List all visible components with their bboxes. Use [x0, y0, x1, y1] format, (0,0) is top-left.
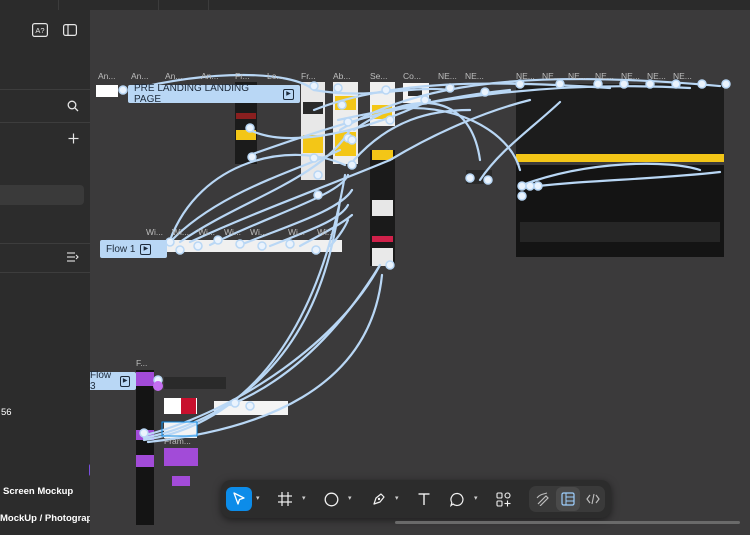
chevron-down-icon[interactable]: ▾: [474, 494, 478, 502]
frame-tool-button[interactable]: [273, 487, 297, 511]
divider: [0, 89, 90, 90]
frame-label: NE...: [542, 71, 561, 81]
draw-mode-button[interactable]: [531, 487, 555, 511]
horizontal-scrollbar[interactable]: [395, 521, 740, 524]
filter-list-icon[interactable]: [65, 250, 81, 264]
ellipse-icon: [324, 492, 338, 506]
divider: [0, 272, 90, 273]
chevron-down-icon[interactable]: ▾: [348, 494, 352, 502]
draw-icon: [536, 492, 549, 506]
flow-tag-flow-3[interactable]: Flow 3 ▶: [90, 370, 136, 392]
chevron-down-icon[interactable]: ▾: [256, 494, 260, 502]
divider: [0, 243, 90, 244]
flow-play-icon: ▶: [120, 375, 130, 387]
frame-label: Fram...: [164, 436, 191, 446]
frame-label: Wi...: [317, 227, 334, 237]
design-mode-button[interactable]: [556, 487, 580, 511]
frames-ne-columns: [466, 84, 724, 257]
layer-item-screen-mockup[interactable]: Screen Mockup: [3, 486, 73, 497]
frame-label: NE...: [438, 71, 457, 81]
frame-label: Fr...: [235, 71, 250, 81]
chevron-down-icon[interactable]: ▾: [302, 494, 306, 502]
pen-tool-button[interactable]: [366, 487, 390, 511]
text-tool-button[interactable]: [412, 487, 436, 511]
frame-label: Lo...: [267, 71, 284, 81]
tab[interactable]: [158, 0, 209, 10]
actions-icon: [495, 491, 511, 507]
tab[interactable]: [58, 0, 159, 10]
frame-label: An...: [201, 71, 219, 81]
frame-label: NE...: [673, 71, 692, 81]
flow-tag-pre-landing[interactable]: PRE LANDING LANDING PAGE ▶: [128, 83, 300, 105]
design-icon: [561, 492, 575, 506]
flow-tag-flow-1[interactable]: Flow 1 ▶: [100, 240, 167, 258]
chevron-down-icon[interactable]: ▾: [395, 494, 399, 502]
pen-icon: [372, 492, 385, 505]
layer-number: 56: [1, 407, 12, 418]
frame-icon: [278, 492, 292, 506]
design-canvas[interactable]: PRE LANDING LANDING PAGE ▶ Flow 1 ▶ Flow…: [90, 10, 750, 535]
move-tool-button[interactable]: [226, 487, 252, 511]
flow-label: Flow 3: [90, 370, 112, 392]
frame-label: Ab...: [333, 71, 351, 81]
flow-label: Flow 1: [106, 243, 136, 255]
frame-label: Wi...: [288, 227, 305, 237]
panel-toggle-icon[interactable]: [61, 22, 79, 38]
cursor-icon: [233, 492, 245, 505]
frame-label: NE...: [621, 71, 640, 81]
comment-tool-button[interactable]: [445, 487, 469, 511]
frame-label: An...: [98, 71, 116, 81]
frame-label: Wi...: [172, 227, 189, 237]
frame-label: Wi...: [198, 227, 215, 237]
frame-label: F...: [136, 358, 148, 368]
left-sidebar: A? 56 Screen Mockup MockUp / Photograph: [0, 10, 103, 535]
frame-label: NE...: [465, 71, 484, 81]
text-icon: [418, 493, 430, 505]
actions-tool-button[interactable]: [491, 487, 515, 511]
tab-strip: [0, 0, 750, 10]
frame-label: Se...: [370, 71, 388, 81]
frame-label: Wi...: [146, 227, 163, 237]
page-row-selected[interactable]: [0, 185, 84, 205]
tab[interactable]: [0, 0, 59, 10]
frame-label: An...: [165, 71, 183, 81]
figma-app: A? 56 Screen Mockup MockUp / Photograph: [0, 0, 750, 535]
dev-mode-button[interactable]: [581, 487, 605, 511]
layer-item-mockup-photograph[interactable]: MockUp / Photograph: [0, 513, 98, 524]
frame-label: NE...: [516, 71, 535, 81]
frame-label: Wi...: [250, 227, 267, 237]
frame-label: Wi...: [224, 227, 241, 237]
shape-tool-button[interactable]: [319, 487, 343, 511]
flow-play-icon: ▶: [140, 243, 152, 255]
frame-label: NE...: [568, 71, 587, 81]
frame-label: Co...: [403, 71, 421, 81]
svg-text:A?: A?: [35, 26, 44, 35]
code-icon: [586, 493, 600, 505]
divider: [0, 122, 90, 123]
frame-label: An...: [131, 71, 149, 81]
comment-icon: [449, 492, 464, 507]
frame-label: Fr...: [301, 71, 316, 81]
search-icon[interactable]: [65, 98, 81, 114]
flow-play-icon: ▶: [283, 88, 294, 100]
frame-label: NE...: [595, 71, 614, 81]
add-icon[interactable]: [65, 130, 81, 146]
bottom-toolbar: ▾ ▾ ▾ ▾ ▾: [221, 480, 611, 518]
frame-label: NE...: [647, 71, 666, 81]
flow-label: PRE LANDING LANDING PAGE: [134, 83, 250, 105]
ask-ai-icon[interactable]: A?: [31, 22, 49, 38]
